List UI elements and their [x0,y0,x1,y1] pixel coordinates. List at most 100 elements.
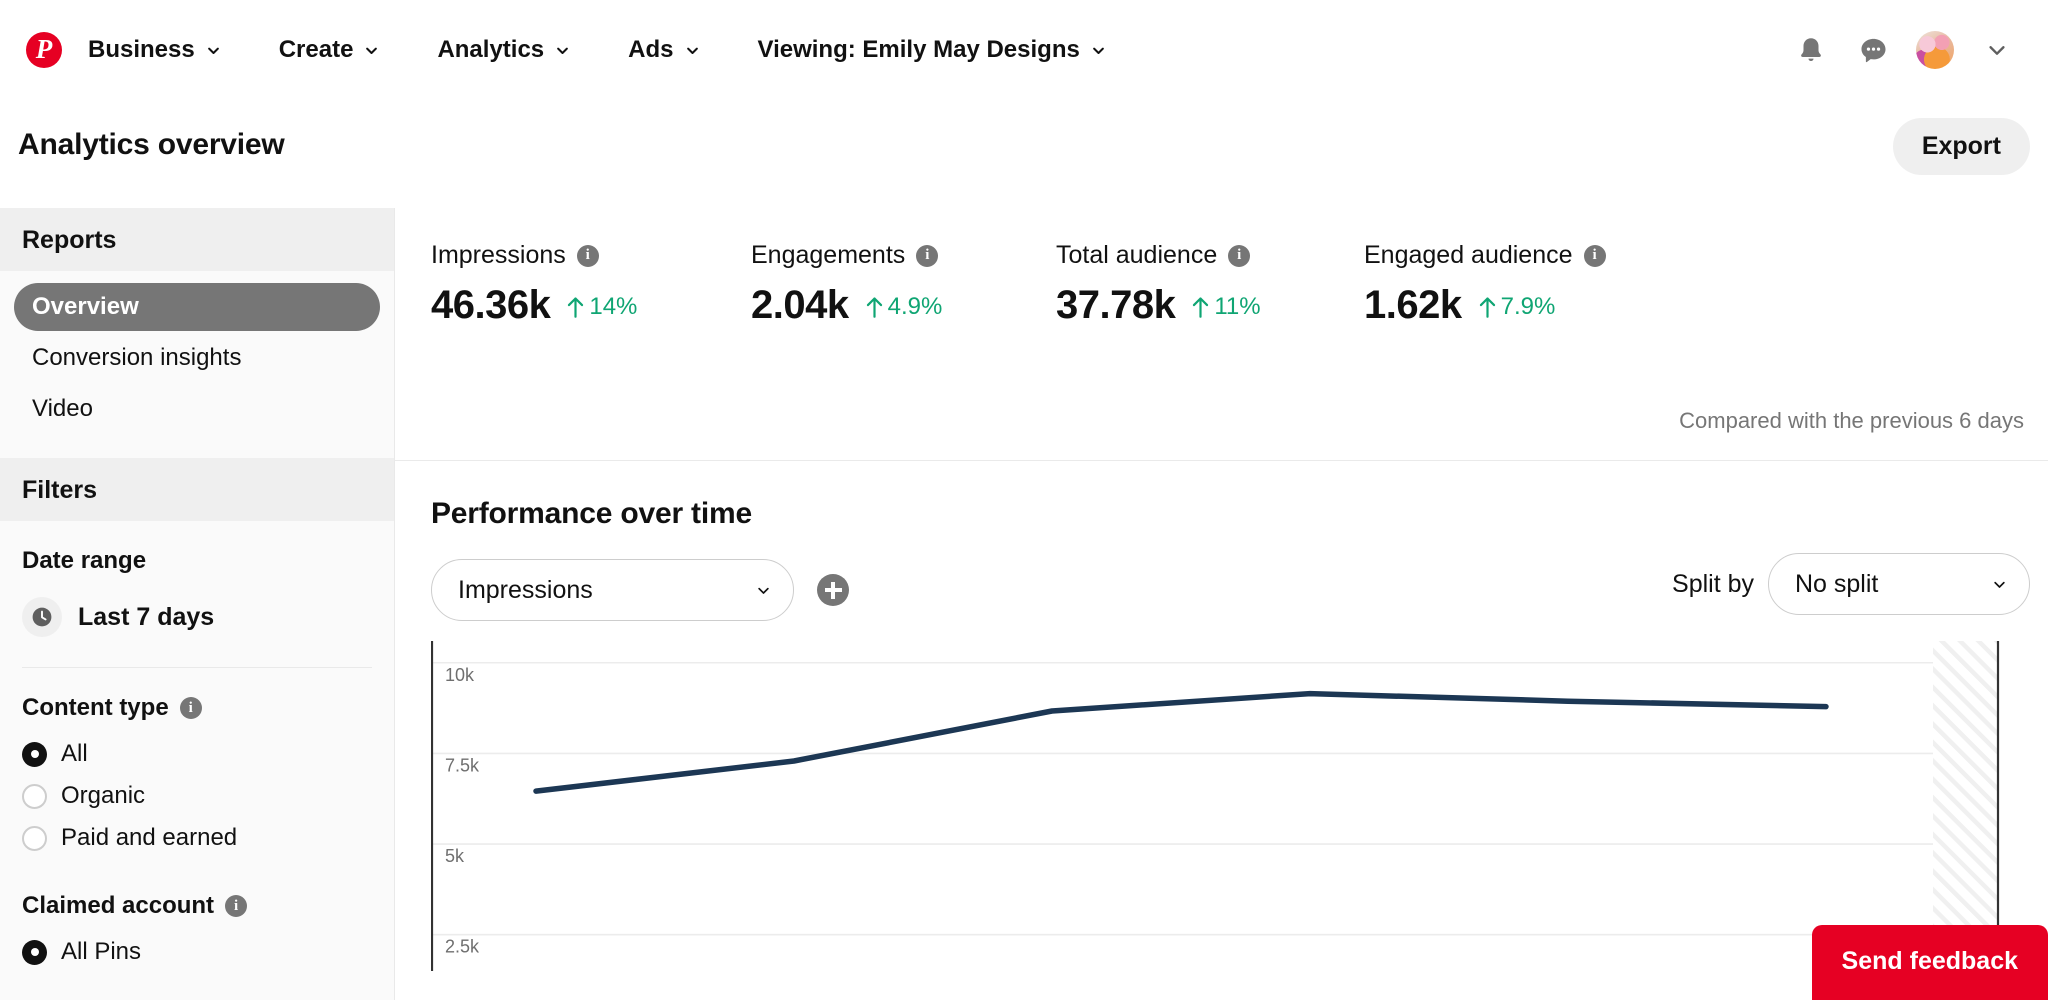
chevron-down-icon[interactable] [1970,23,2024,77]
metric-card-engaged-audience: Engaged audience i 1.62k 7.9% [1364,241,1684,328]
metric-header: Engagements i [751,241,1056,270]
sidebar: Reports Overview Conversion insights Vid… [0,208,395,1000]
radio-indicator [22,825,47,851]
metric-value-row: 46.36k 14% [431,283,751,328]
claimed-account-option-all-pins-label: All Pins [61,938,142,965]
date-range-label-text: Date range [22,547,147,574]
pinterest-logo-icon[interactable]: P [26,32,62,68]
metric-delta-engaged-audience-value: 7.9% [1500,293,1556,320]
info-icon[interactable]: i [1583,244,1606,267]
info-icon[interactable]: i [1228,244,1251,267]
nav-right-group [1784,0,2024,100]
date-range-selector[interactable]: Last 7 days [22,593,372,641]
chevron-down-icon [1091,43,1106,58]
metric-delta-impressions-value: 14% [589,293,638,320]
sidebar-item-conversion-insights[interactable]: Conversion insights [14,334,380,382]
comparison-period-text: Compared with the previous 6 days [1679,408,2024,433]
content-type-option-organic-label: Organic [61,782,146,809]
info-icon[interactable]: i [576,244,599,267]
radio-indicator [22,939,47,965]
metric-value-engaged-audience: 1.62k [1364,283,1462,327]
page-body: Reports Overview Conversion insights Vid… [0,208,2048,1000]
performance-section-title: Performance over time [431,497,752,530]
nav-item-business[interactable]: Business [74,28,235,72]
content-type-option-all[interactable]: All [22,740,372,768]
chart-line-impressions [533,690,1829,794]
chart-y-tick-label: 10k [445,665,475,685]
metric-value-engagements: 2.04k [751,283,849,327]
metric-value-total-audience: 37.78k [1056,283,1176,327]
metric-name-total-audience: Total audience [1056,241,1218,269]
nav-item-viewing-account[interactable]: Viewing: Emily May Designs [744,28,1120,72]
date-range-value: Last 7 days [78,602,215,631]
chart-y-tick-label: 2.5k [445,937,480,957]
radio-indicator [22,741,47,767]
metric-name-engagements: Engagements [751,241,906,269]
metric-delta-impressions: 14% [567,293,637,321]
claimed-account-option-all-pins[interactable]: All Pins [22,938,372,966]
messages-bubble-icon[interactable] [1846,23,1900,77]
split-by-value: No split [1795,569,1879,598]
nav-item-analytics[interactable]: Analytics [423,28,584,72]
chart-controls: Impressions Split by No split [395,531,2048,627]
metric-delta-engagements-value: 4.9% [887,293,943,320]
nav-item-create-label: Create [278,36,354,63]
nav-item-ads-label: Ads [628,36,674,63]
metric-delta-engaged-audience: 7.9% [1479,293,1556,321]
info-icon[interactable]: i [225,895,248,917]
info-icon[interactable]: i [916,244,939,267]
chevron-down-icon [1992,577,2007,592]
top-navigation-bar: P Business Create Analytics Ads Viewing:… [0,0,2048,100]
sidebar-item-video-label: Video [32,395,93,422]
content-type-option-organic[interactable]: Organic [22,782,372,810]
metric-value-row: 37.78k 11% [1056,283,1364,328]
page-header: Analytics overview Export [0,100,2048,208]
filter-date-range: Date range Last 7 days [0,521,394,668]
metric-header: Total audience i [1056,241,1364,270]
content-type-label-text: Content type [22,694,169,721]
content-type-option-paid-and-earned-label: Paid and earned [61,824,238,851]
chevron-down-icon [206,43,221,58]
export-button[interactable]: Export [1892,118,2030,175]
chart-y-axis-labels: 10k 7.5k 5k 2.5k [445,665,480,957]
content-type-label: Content type i [22,694,372,722]
analytics-overview-page: P Business Create Analytics Ads Viewing:… [0,0,2048,1000]
nav-item-ads[interactable]: Ads [614,28,713,72]
split-by-label: Split by [1672,569,1754,598]
filter-claimed-account: Claimed account i All Pins [0,866,394,966]
viewing-account-label: Viewing: Emily May Designs [757,36,1080,63]
user-avatar[interactable] [1916,31,1954,69]
radio-indicator [22,783,47,809]
date-range-label: Date range [22,547,372,575]
metric-value-row: 1.62k 7.9% [1364,283,1684,328]
chart-y-tick-label: 7.5k [445,755,480,775]
nav-item-business-label: Business [88,36,195,63]
performance-over-time-line-chart[interactable]: 10k 7.5k 5k 2.5k [431,641,2031,971]
content-type-option-paid-and-earned[interactable]: Paid and earned [22,824,372,852]
send-feedback-button[interactable]: Send feedback [1811,925,2048,1000]
nav-left-group: P Business Create Analytics Ads Viewing:… [0,28,1120,72]
metric-delta-total-audience: 11% [1192,293,1261,321]
arrow-up-icon [568,297,584,318]
metric-card-total-audience: Total audience i 37.78k 11% [1056,241,1364,328]
partial-data-band [1933,641,1997,971]
info-icon[interactable]: i [179,697,202,719]
metric-select[interactable]: Impressions [431,559,794,621]
performance-chart: 10k 7.5k 5k 2.5k [431,641,2031,971]
split-by-control: Split by No split [1672,553,2030,615]
notifications-bell-icon[interactable] [1784,23,1838,77]
page-title: Analytics overview [18,128,285,161]
chevron-down-icon [756,583,771,598]
metric-card-engagements: Engagements i 2.04k 4.9% [751,241,1056,328]
sidebar-item-overview[interactable]: Overview [14,283,380,331]
sidebar-reports-heading: Reports [0,208,394,271]
main-content: Impressions i 46.36k 14% Engagements i 2… [395,208,2048,1000]
arrow-up-icon [1479,297,1495,318]
sidebar-item-conversion-insights-label: Conversion insights [32,344,242,371]
sidebar-item-video[interactable]: Video [14,385,380,433]
metric-delta-total-audience-value: 11% [1214,293,1261,320]
arrow-up-icon [866,297,882,318]
add-metric-icon[interactable] [817,574,849,606]
split-by-select[interactable]: No split [1768,553,2030,615]
nav-item-create[interactable]: Create [265,28,394,72]
